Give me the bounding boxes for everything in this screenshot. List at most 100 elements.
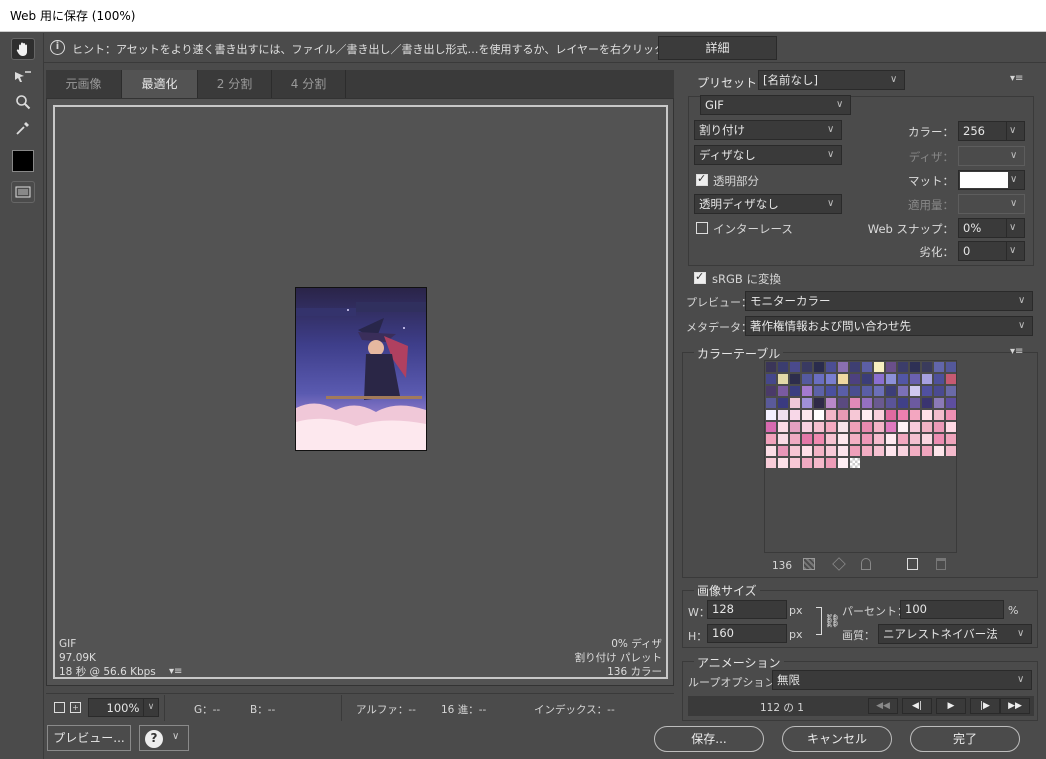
eyedropper-tool-icon[interactable]	[11, 117, 35, 139]
color-swatch[interactable]	[778, 362, 788, 372]
color-swatch[interactable]	[766, 386, 776, 396]
color-swatch[interactable]	[898, 410, 908, 420]
color-swatch[interactable]	[826, 398, 836, 408]
metadata-select[interactable]: 著作権情報および問い合わせ先 ∨	[745, 316, 1033, 336]
color-swatch[interactable]	[802, 386, 812, 396]
color-swatch[interactable]	[910, 422, 920, 432]
color-swatch[interactable]	[814, 374, 824, 384]
color-swatch[interactable]	[838, 374, 848, 384]
preview-color-select[interactable]: モニターカラー ∨	[745, 291, 1033, 311]
color-swatch[interactable]	[802, 434, 812, 444]
color-swatch[interactable]	[838, 446, 848, 456]
hand-tool-icon[interactable]	[11, 38, 35, 60]
color-swatch[interactable]	[802, 362, 812, 372]
srgb-checkbox[interactable]	[694, 270, 706, 284]
color-swatch[interactable]	[826, 362, 836, 372]
color-swatch[interactable]	[850, 410, 860, 420]
height-input[interactable]: 160	[707, 624, 787, 643]
lossy-select[interactable]: 0 ∨	[958, 241, 1025, 261]
color-swatch[interactable]	[838, 362, 848, 372]
color-swatch[interactable]	[838, 458, 848, 468]
color-swatch[interactable]	[874, 434, 884, 444]
color-swatch[interactable]	[802, 458, 812, 468]
quality-select[interactable]: ニアレストネイバー法 ∨	[878, 624, 1032, 644]
color-swatch[interactable]	[946, 422, 956, 432]
color-swatch[interactable]	[898, 386, 908, 396]
color-swatch[interactable]	[838, 386, 848, 396]
color-swatch[interactable]	[826, 434, 836, 444]
color-swatch[interactable]	[862, 398, 872, 408]
color-swatch[interactable]	[802, 446, 812, 456]
toggle-slices-icon[interactable]	[11, 181, 35, 203]
color-swatch[interactable]	[886, 362, 896, 372]
color-swatch[interactable]	[838, 434, 848, 444]
transparency-dither-select[interactable]: 透明ディザなし ∨	[694, 194, 842, 214]
color-reduction-select[interactable]: 割り付け ∨	[694, 120, 842, 140]
color-swatch[interactable]	[910, 410, 920, 420]
color-swatch[interactable]	[826, 374, 836, 384]
preset-menu-icon[interactable]: ▾≡	[1010, 73, 1023, 84]
eyedropper-color-swatch[interactable]	[12, 150, 34, 172]
color-swatch[interactable]	[922, 410, 932, 420]
color-swatch[interactable]	[814, 434, 824, 444]
color-swatch[interactable]	[934, 410, 944, 420]
color-swatch[interactable]	[862, 362, 872, 372]
tab-original[interactable]: 元画像	[46, 70, 122, 98]
color-swatch[interactable]	[946, 446, 956, 456]
colors-select[interactable]: 256 ∨	[958, 121, 1025, 141]
color-swatch[interactable]	[790, 422, 800, 432]
color-swatch[interactable]	[934, 386, 944, 396]
tab-optimized[interactable]: 最適化	[122, 70, 198, 98]
color-swatch[interactable]	[898, 398, 908, 408]
new-color-icon[interactable]	[907, 558, 918, 570]
color-swatch[interactable]	[766, 446, 776, 456]
color-swatch[interactable]	[766, 362, 776, 372]
color-swatch[interactable]	[838, 422, 848, 432]
download-speed-menu-icon[interactable]: ▾≡	[169, 666, 182, 677]
color-swatch[interactable]	[802, 422, 812, 432]
color-swatch[interactable]	[886, 422, 896, 432]
browser-select[interactable]: ? ∨	[139, 725, 189, 751]
zoom-tool-icon[interactable]	[11, 91, 35, 113]
map-transparent-icon[interactable]	[803, 558, 815, 570]
color-swatch[interactable]	[934, 422, 944, 432]
color-swatch[interactable]	[766, 410, 776, 420]
preview-browser-button[interactable]: プレビュー...	[47, 725, 131, 751]
color-swatch[interactable]	[814, 410, 824, 420]
color-swatch[interactable]	[778, 446, 788, 456]
color-swatch[interactable]	[826, 458, 836, 468]
color-swatch[interactable]	[886, 446, 896, 456]
color-swatch[interactable]	[922, 386, 932, 396]
color-swatch[interactable]	[778, 434, 788, 444]
color-swatch[interactable]	[850, 362, 860, 372]
color-swatch[interactable]	[826, 386, 836, 396]
color-swatch[interactable]	[790, 386, 800, 396]
color-swatch[interactable]	[838, 398, 848, 408]
zoom-in-icon[interactable]: +	[70, 702, 81, 713]
color-swatch[interactable]	[922, 398, 932, 408]
color-swatch[interactable]	[766, 398, 776, 408]
color-swatch[interactable]	[814, 446, 824, 456]
color-swatch[interactable]	[946, 434, 956, 444]
dither-amount-select[interactable]: ∨	[958, 146, 1025, 166]
color-swatch[interactable]	[946, 410, 956, 420]
dither-algorithm-select[interactable]: ディザなし ∨	[694, 145, 842, 165]
color-swatch[interactable]	[862, 374, 872, 384]
color-swatch[interactable]	[850, 434, 860, 444]
color-swatch[interactable]	[910, 434, 920, 444]
color-swatch[interactable]	[850, 446, 860, 456]
color-swatch[interactable]	[790, 446, 800, 456]
color-swatch[interactable]	[790, 374, 800, 384]
color-swatch[interactable]	[934, 362, 944, 372]
tab-4-up[interactable]: 4 分割	[272, 70, 346, 98]
trash-icon[interactable]	[936, 558, 946, 570]
color-swatch[interactable]	[814, 386, 824, 396]
play-button[interactable]: ▶	[936, 698, 966, 714]
color-swatch[interactable]	[934, 398, 944, 408]
color-swatch[interactable]	[778, 458, 788, 468]
color-swatch[interactable]	[850, 398, 860, 408]
color-swatch[interactable]	[886, 398, 896, 408]
zoom-dropdown-icon[interactable]: ∨	[143, 698, 159, 717]
color-swatch[interactable]	[850, 386, 860, 396]
file-format-select[interactable]: GIF ∨	[700, 95, 851, 115]
